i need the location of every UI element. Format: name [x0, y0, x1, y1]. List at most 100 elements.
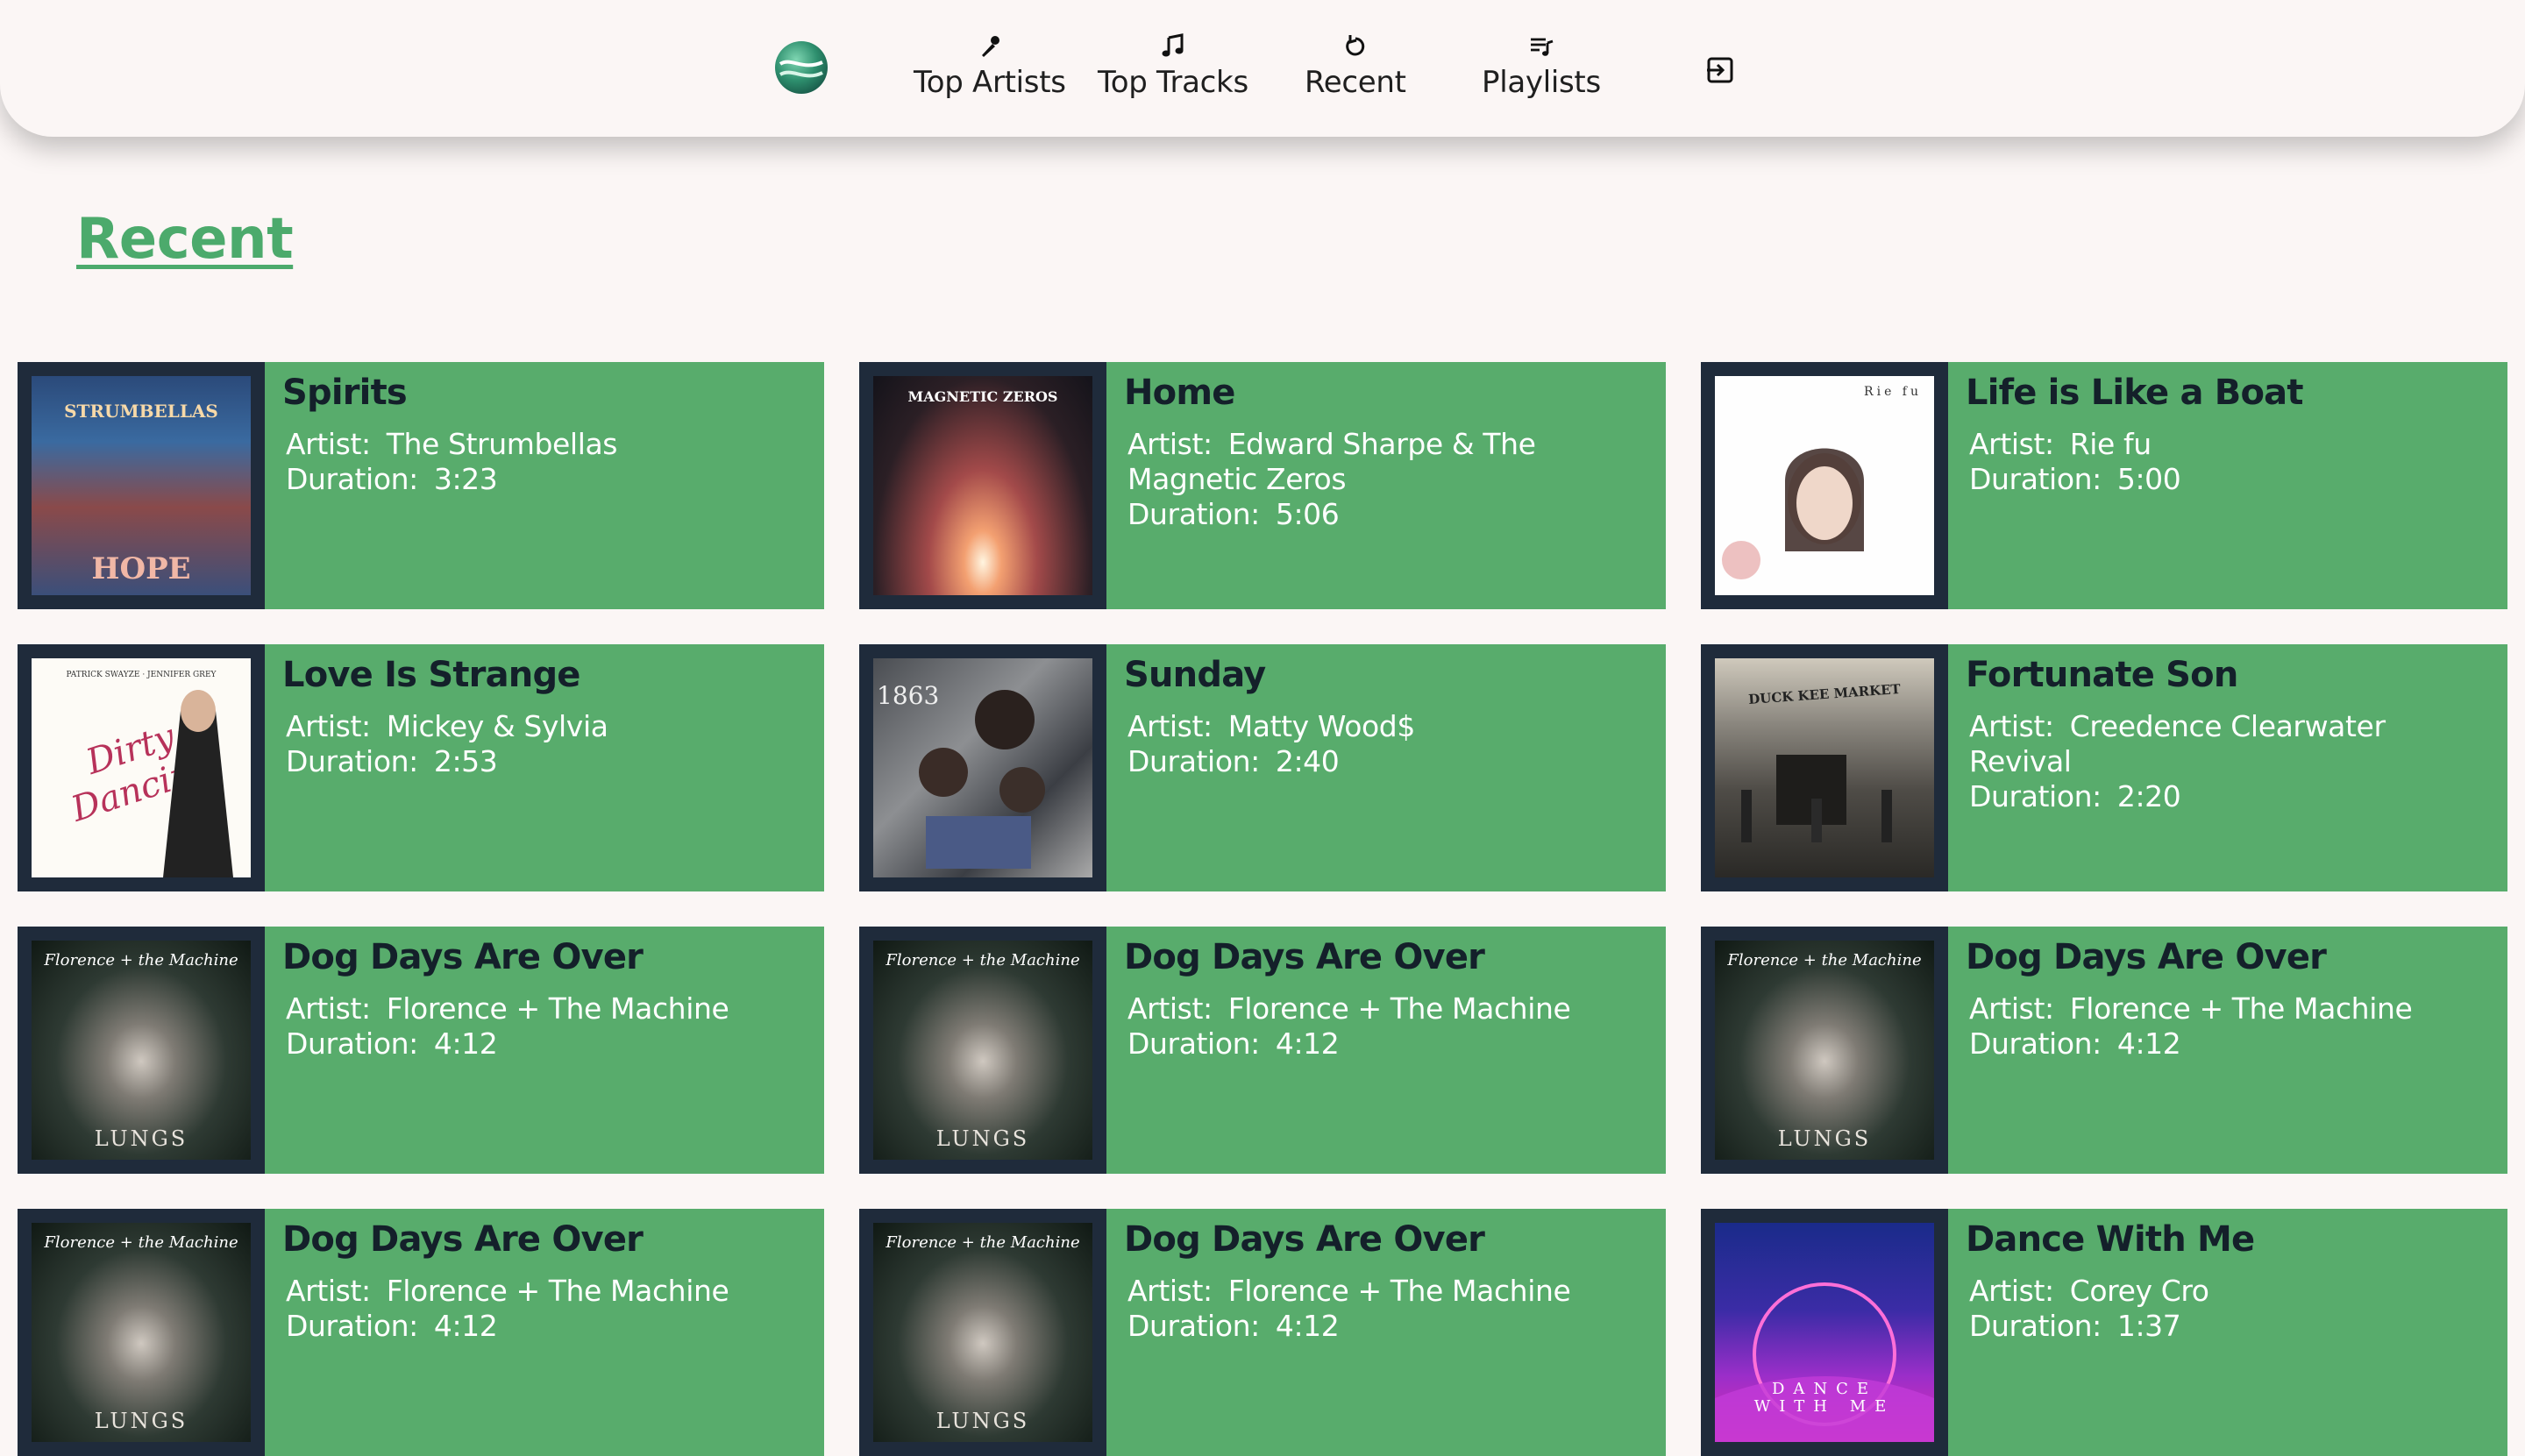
track-artist: Mickey & Sylvia: [386, 709, 608, 743]
track-artist-row: Artist: Rie fu: [1969, 427, 2490, 462]
album-art: STRUMBELLAS HOPE: [18, 362, 265, 609]
duration-label: Duration:: [1127, 1309, 1260, 1343]
album-art-text: MAGNETIC ZEROS: [907, 388, 1058, 405]
track-duration: 4:12: [1275, 1026, 1340, 1061]
duration-label: Duration:: [1127, 744, 1260, 778]
track-info: Dog Days Are Over Artist: Florence + The …: [1106, 927, 1666, 1174]
track-duration-row: Duration: 4:12: [286, 1026, 807, 1062]
album-art: Florence + the Machine LUNGS: [1701, 927, 1948, 1174]
track-duration: 2:20: [2116, 779, 2181, 813]
track-duration-row: Duration: 2:20: [1969, 779, 2490, 814]
track-artist-row: Artist: Corey Cro: [1969, 1274, 2490, 1309]
track-info: Spirits Artist: The Strumbellas Duration:…: [265, 362, 824, 609]
track-title: Dog Days Are Over: [1124, 1219, 1485, 1260]
nav-label: Top Artists: [914, 65, 1066, 100]
track-card[interactable]: DUCK KEE MARKET Fortunate Son Artist: Cre…: [1701, 644, 2507, 891]
track-artist: Florence + The Machine: [386, 1274, 729, 1308]
album-art-text: STRUMBELLAS: [64, 401, 218, 422]
history-icon: [1341, 32, 1370, 61]
duration-label: Duration:: [286, 744, 418, 778]
track-info: Dog Days Are Over Artist: Florence + The …: [265, 1209, 824, 1456]
track-duration: 2:40: [1275, 744, 1340, 778]
page-title: Recent: [76, 207, 294, 272]
nav-top-tracks[interactable]: Top Tracks: [1098, 32, 1248, 110]
album-art-subtext: LUNGS: [1777, 1126, 1872, 1151]
track-card[interactable]: DANCE WITH ME Dance With Me Artist: Corey…: [1701, 1209, 2507, 1456]
nav-recent[interactable]: Recent: [1305, 32, 1406, 110]
duration-label: Duration:: [1127, 497, 1260, 531]
track-artist: Rie fu: [2069, 427, 2152, 461]
track-title: Dog Days Are Over: [1966, 937, 2327, 977]
artist-label: Artist:: [1127, 709, 1213, 743]
album-art-text: Florence + the Machine: [886, 951, 1080, 969]
track-duration-row: Duration: 4:12: [1969, 1026, 2490, 1062]
track-duration-row: Duration: 3:23: [286, 462, 807, 497]
track-title: Spirits: [282, 373, 408, 413]
track-artist: Florence + The Machine: [1227, 1274, 1571, 1308]
album-art: Rie fu: [1701, 362, 1948, 609]
album-art: Florence + the Machine LUNGS: [18, 927, 265, 1174]
track-title: Dance With Me: [1966, 1219, 2255, 1260]
track-card[interactable]: Florence + the Machine LUNGS Dog Days Ar…: [18, 927, 824, 1174]
track-duration: 4:12: [433, 1309, 498, 1343]
track-title: Love Is Strange: [282, 655, 580, 695]
track-duration: 3:23: [433, 462, 498, 496]
album-art: Florence + the Machine LUNGS: [18, 1209, 265, 1456]
track-card[interactable]: Florence + the Machine LUNGS Dog Days Ar…: [859, 927, 1666, 1174]
playlist-icon: [1526, 32, 1556, 61]
microphone-icon: [975, 32, 1005, 61]
track-duration-row: Duration: 5:06: [1127, 497, 1648, 532]
nav-top-artists[interactable]: Top Artists: [914, 32, 1066, 110]
track-card[interactable]: 1863 Sunday Artist: Matty Wood$ Duration:…: [859, 644, 1666, 891]
track-card[interactable]: MAGNETIC ZEROS Home Artist: Edward Sharpe…: [859, 362, 1666, 609]
track-info: Sunday Artist: Matty Wood$ Duration: 2:40: [1106, 644, 1666, 891]
track-duration: 4:12: [2116, 1026, 2181, 1061]
album-art: PATRICK SWAYZE · JENNIFER GREY Dirty Dan…: [18, 644, 265, 891]
album-art-subtext: LUNGS: [94, 1126, 188, 1151]
artist-label: Artist:: [1969, 709, 2054, 743]
track-info: Dance With Me Artist: Corey Cro Duration:…: [1948, 1209, 2507, 1456]
track-card[interactable]: Florence + the Machine LUNGS Dog Days Ar…: [18, 1209, 824, 1456]
track-artist-row: Artist: Florence + The Machine: [1127, 991, 1648, 1026]
album-art-text: Florence + the Machine: [1727, 951, 1922, 969]
app-logo[interactable]: [775, 41, 828, 94]
track-duration-row: Duration: 4:12: [1127, 1309, 1648, 1344]
track-card[interactable]: Florence + the Machine LUNGS Dog Days Ar…: [1701, 927, 2507, 1174]
nav-playlists[interactable]: Playlists: [1482, 32, 1601, 110]
album-art-text: DANCE WITH ME: [1753, 1380, 1896, 1416]
track-duration: 5:00: [2116, 462, 2181, 496]
track-info: Dog Days Are Over Artist: Florence + The …: [1106, 1209, 1666, 1456]
track-duration: 5:06: [1275, 497, 1340, 531]
logout-icon: [1707, 57, 1733, 83]
album-art-text: Florence + the Machine: [44, 1233, 238, 1252]
duration-label: Duration:: [1969, 1309, 2102, 1343]
music-note-icon: [1158, 32, 1188, 61]
track-card[interactable]: Rie fu Life is Like a Boat Artist: Rie fu…: [1701, 362, 2507, 609]
track-info: Home Artist: Edward Sharpe & The Magnetic…: [1106, 362, 1666, 609]
logout-button[interactable]: [1704, 54, 1736, 86]
track-card[interactable]: STRUMBELLAS HOPE Spirits Artist: The Stru…: [18, 362, 824, 609]
track-artist-row: Artist: Florence + The Machine: [286, 991, 807, 1026]
track-duration-row: Duration: 1:37: [1969, 1309, 2490, 1344]
track-duration-row: Duration: 4:12: [1127, 1026, 1648, 1062]
artist-label: Artist:: [286, 1274, 371, 1308]
track-card[interactable]: PATRICK SWAYZE · JENNIFER GREY Dirty Dan…: [18, 644, 824, 891]
nav-label: Top Tracks: [1098, 65, 1248, 100]
track-artist: Florence + The Machine: [386, 991, 729, 1026]
album-art-text: Florence + the Machine: [886, 1233, 1080, 1252]
artist-label: Artist:: [286, 427, 371, 461]
track-info: Fortunate Son Artist: Creedence Clearwate…: [1948, 644, 2507, 891]
track-card[interactable]: Florence + the Machine LUNGS Dog Days Ar…: [859, 1209, 1666, 1456]
album-art: 1863: [859, 644, 1106, 891]
track-title: Sunday: [1124, 655, 1266, 695]
artist-label: Artist:: [1969, 991, 2054, 1026]
track-duration-row: Duration: 2:53: [286, 744, 807, 779]
track-duration-row: Duration: 2:40: [1127, 744, 1648, 779]
track-duration-row: Duration: 5:00: [1969, 462, 2490, 497]
track-artist: Florence + The Machine: [2069, 991, 2413, 1026]
track-duration: 4:12: [433, 1026, 498, 1061]
album-art-text: Florence + the Machine: [44, 951, 238, 969]
track-info: Life is Like a Boat Artist: Rie fu Durati…: [1948, 362, 2507, 609]
track-title: Life is Like a Boat: [1966, 373, 2303, 413]
artist-label: Artist:: [1969, 427, 2054, 461]
